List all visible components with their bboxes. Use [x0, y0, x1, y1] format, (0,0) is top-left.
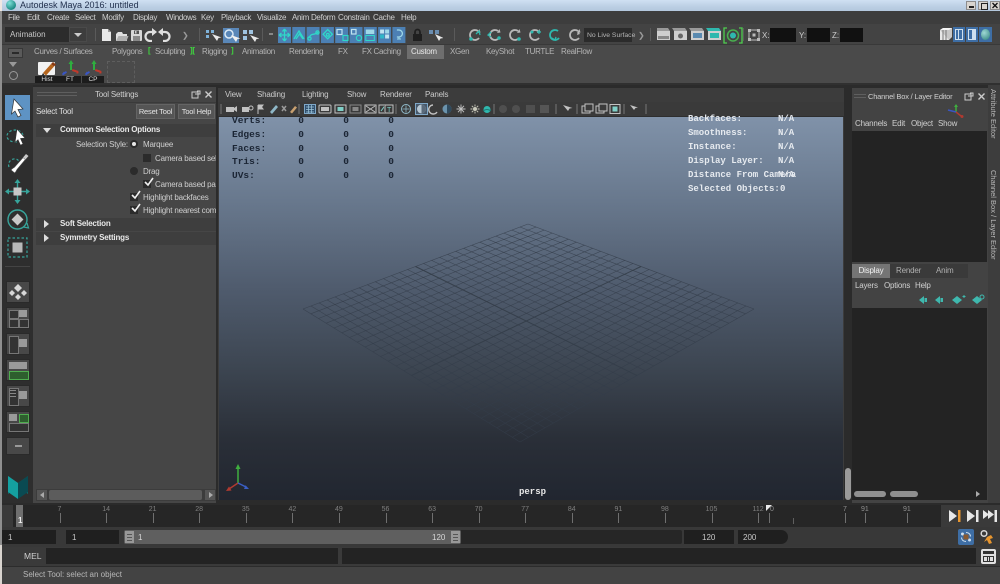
svg-text:T: T	[387, 107, 392, 114]
